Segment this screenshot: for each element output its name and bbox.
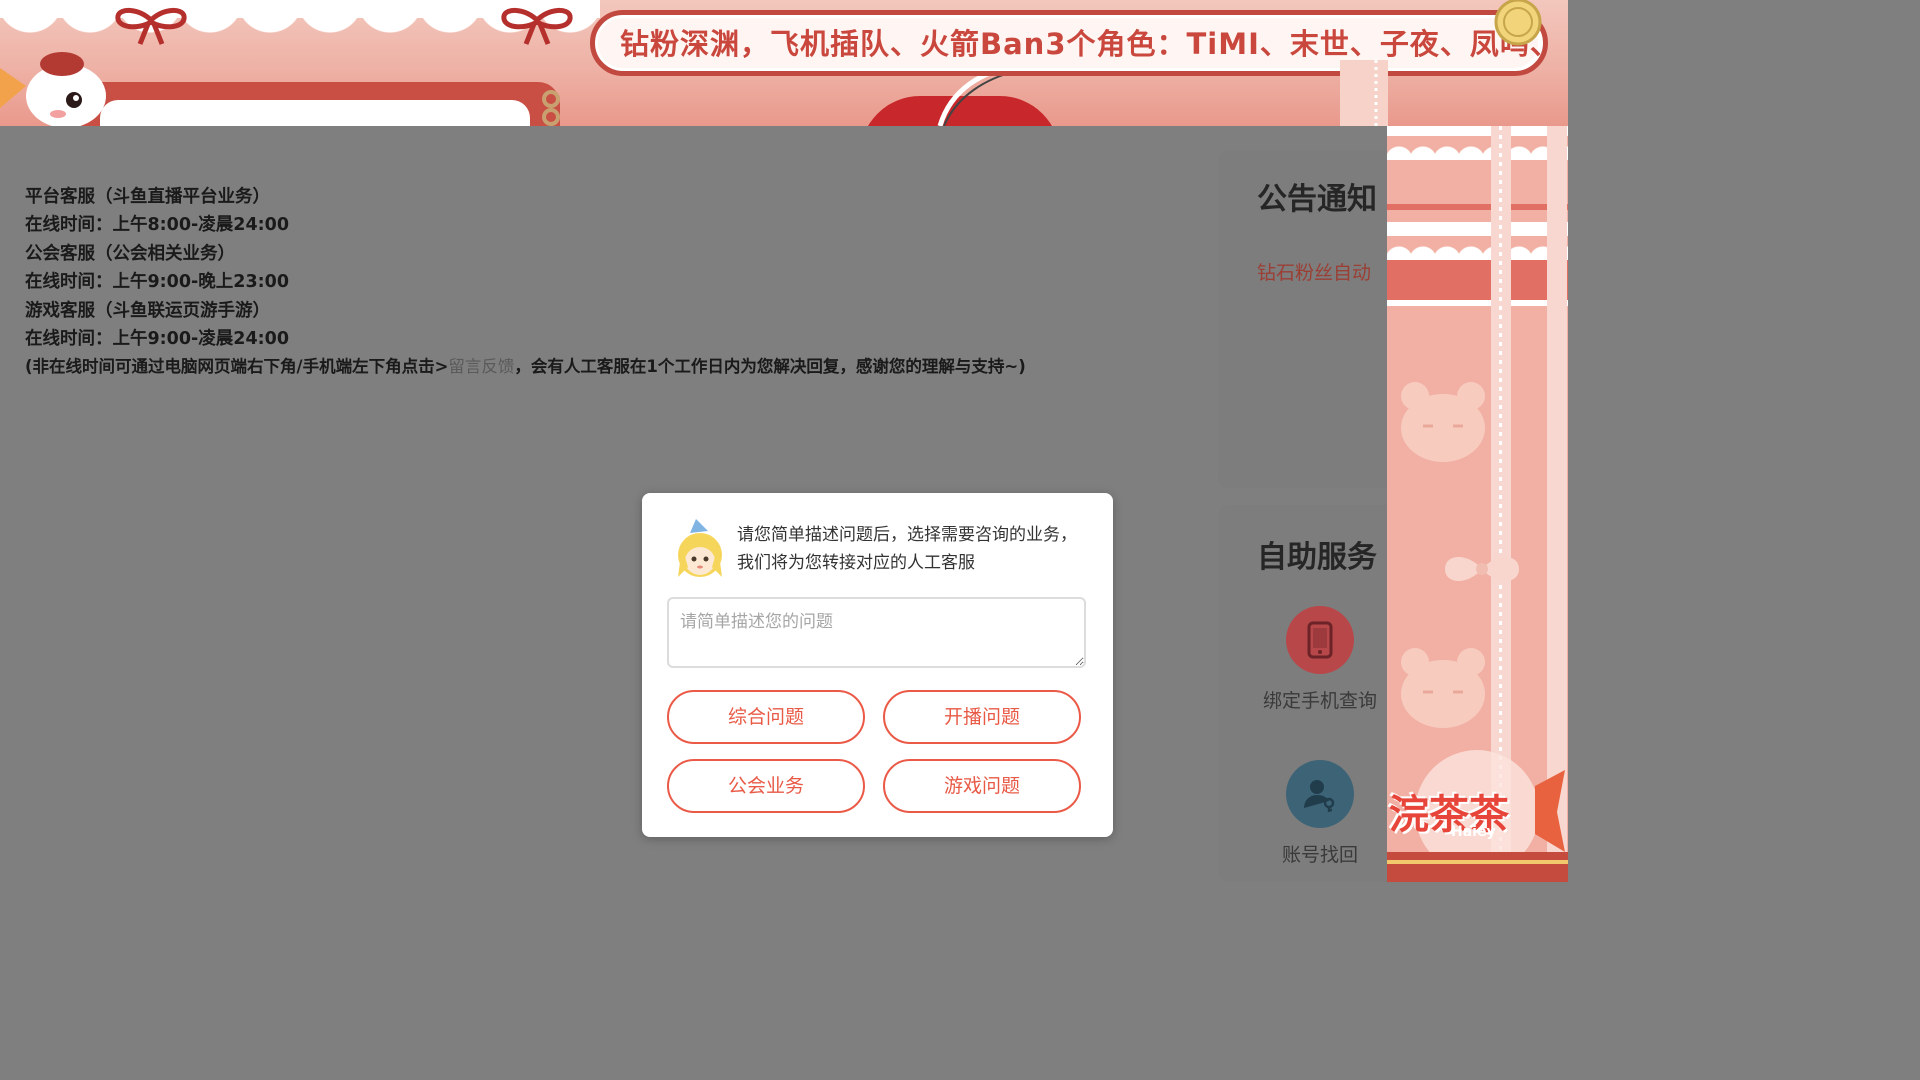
phone-icon: [1286, 606, 1354, 674]
game-service-title: 游戏客服（斗鱼联运页游手游）: [25, 300, 270, 321]
guild-service-hours: 在线时间：上午9:00-晚上23:00: [25, 272, 289, 293]
bind-phone-query[interactable]: 绑定手机查询: [1240, 606, 1400, 713]
streamer-logo-subtext: Haiey: [1451, 824, 1496, 840]
announcement-item[interactable]: 钻石粉丝自动: [1257, 258, 1371, 285]
side-white-band: [1387, 300, 1568, 306]
announcement-title: 公告通知: [1257, 182, 1377, 217]
feedback-link[interactable]: 留言反馈: [448, 357, 514, 376]
marquee-text: 钻粉深渊，飞机插队、火箭Ban3个角色：TiMI、末世、子夜、凤鸣、: [620, 27, 1550, 61]
bear-face-icon: [1401, 648, 1485, 728]
stream-side-overlay: 浣茶茶 Haiey: [1387, 126, 1568, 882]
offline-note-suffix: ，会有人工客服在1个工作日内为您解决回复，感谢您的理解与支持~): [514, 357, 1026, 377]
lace-strip: [1340, 60, 1388, 126]
account-recovery-label: 账号找回: [1281, 844, 1358, 866]
side-scallop: [1387, 234, 1568, 260]
problem-description-input[interactable]: [667, 597, 1086, 668]
platform-service-title: 平台客服（斗鱼直播平台业务）: [25, 187, 270, 207]
general-issue-button[interactable]: 综合问题: [667, 690, 865, 744]
offline-note: (非在线时间可通过电脑网页端右下角/手机端左下角点击>留言反馈，会有人工客服在1…: [25, 353, 1185, 381]
guild-business-button[interactable]: 公会业务: [667, 759, 865, 813]
self-service-title: 自助服务: [1257, 540, 1377, 575]
ribbon-bow-icon: [115, 8, 187, 45]
offline-note-prefix: (非在线时间可通过电脑网页端右下角/手机端左下角点击>: [25, 357, 449, 377]
side-red-block: [1387, 260, 1568, 300]
ribbon-bow-icon: [501, 8, 573, 45]
fish-mascot-icon: [0, 52, 106, 126]
dialog-prompt: 请您简单描述问题后，选择需要咨询的业务，我们将为您转接对应的人工客服: [737, 525, 1077, 573]
platform-service-hours: 在线时间：上午8:00-凌晨24:00: [25, 215, 289, 236]
service-hours-block: 平台客服（斗鱼直播平台业务） 在线时间：上午8:00-凌晨24:00 公会客服（…: [25, 183, 1185, 382]
gold-coin-icon: [1494, 0, 1542, 46]
bind-phone-label: 绑定手机查询: [1262, 690, 1377, 712]
service-dialog: 请您简单描述问题后，选择需要咨询的业务，我们将为您转接对应的人工客服 综合问题 …: [642, 493, 1113, 837]
game-issue-button[interactable]: 游戏问题: [883, 759, 1081, 813]
game-service-hours: 在线时间：上午9:00-凌晨24:00: [25, 329, 289, 350]
spring-ornament-icon: [542, 90, 560, 126]
broadcast-issue-button[interactable]: 开播问题: [883, 690, 1081, 744]
side-red-line: [1387, 204, 1568, 210]
ribbon-bow-icon: [1445, 556, 1519, 582]
stream-banner-overlay: 钻粉深渊，飞机插队、火箭Ban3个角色：TiMI、末世、子夜、凤鸣、: [0, 0, 1568, 126]
user-key-icon: [1286, 760, 1354, 828]
bear-face-icon: [1401, 382, 1485, 462]
account-recovery[interactable]: 账号找回: [1240, 760, 1400, 867]
side-scallop: [1387, 134, 1568, 160]
banner-white-bar: [100, 100, 530, 126]
guild-service-title: 公会客服（公会相关业务）: [25, 243, 235, 264]
mascot-avatar-icon: [678, 519, 722, 577]
